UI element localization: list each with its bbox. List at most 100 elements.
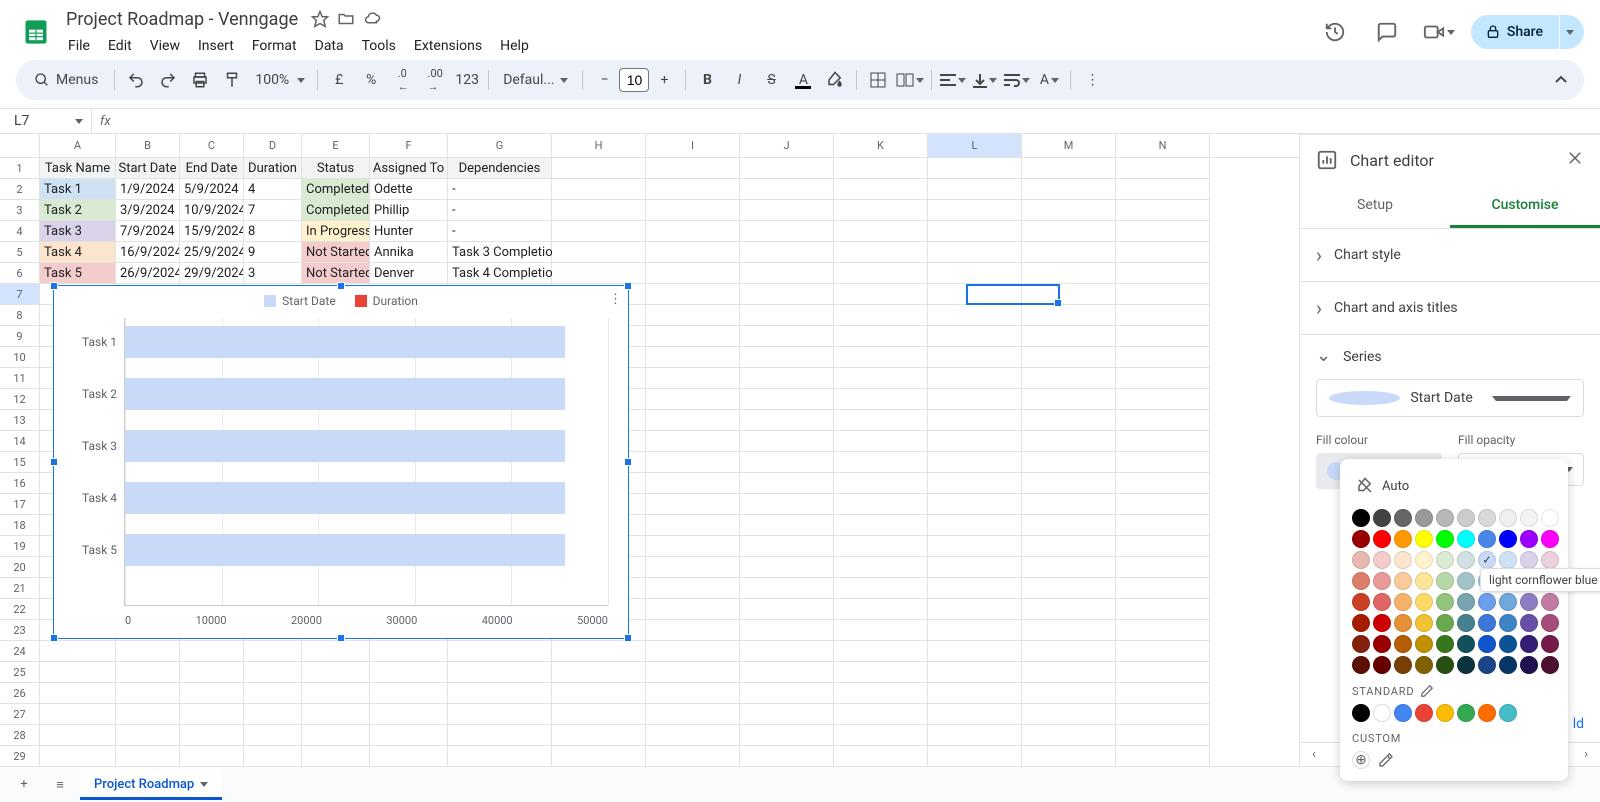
cell[interactable] [1116,578,1210,599]
cell[interactable] [928,641,1022,662]
cell[interactable] [740,368,834,389]
cell[interactable] [1022,704,1116,725]
cell[interactable] [552,221,646,242]
cell[interactable] [646,746,740,766]
cell[interactable] [834,284,928,305]
cell[interactable] [448,683,552,704]
cell[interactable] [834,683,928,704]
cell[interactable] [646,683,740,704]
cell[interactable] [1116,557,1210,578]
column-header[interactable]: F [370,134,448,157]
cell[interactable] [740,725,834,746]
cell[interactable] [834,221,928,242]
color-swatch[interactable] [1499,551,1517,569]
more-toolbar-button[interactable]: ⋮ [1077,65,1107,95]
cell[interactable] [1116,431,1210,452]
color-swatch[interactable] [1499,656,1517,674]
cell[interactable] [1116,683,1210,704]
cell[interactable] [646,242,740,263]
cell[interactable] [1116,620,1210,641]
cell[interactable] [370,704,448,725]
cell[interactable] [302,746,370,766]
cell[interactable] [928,242,1022,263]
cell[interactable] [370,725,448,746]
cell[interactable] [1116,473,1210,494]
cell[interactable]: Task 1 [40,179,116,200]
color-swatch[interactable] [1457,614,1475,632]
cell[interactable] [928,284,1022,305]
cell[interactable] [646,158,740,179]
menu-insert[interactable]: Insert [190,34,242,58]
cell[interactable] [834,599,928,620]
cloud-status-icon[interactable] [362,9,382,29]
cell[interactable] [244,683,302,704]
cell[interactable] [116,704,180,725]
cell[interactable] [740,641,834,662]
cell[interactable] [928,368,1022,389]
cell[interactable] [40,704,116,725]
cell[interactable] [1022,515,1116,536]
cell[interactable]: - [448,200,552,221]
color-swatch[interactable] [1436,572,1454,590]
color-swatch[interactable] [1394,530,1412,548]
cell[interactable] [928,431,1022,452]
add-sheet-button[interactable]: + [8,769,40,801]
color-swatch[interactable] [1541,614,1559,632]
cell[interactable] [928,473,1022,494]
cell[interactable]: Duration [244,158,302,179]
cell[interactable] [1022,347,1116,368]
cell[interactable] [646,704,740,725]
cell[interactable]: Task Name [40,158,116,179]
cell[interactable] [928,557,1022,578]
cell[interactable] [834,263,928,284]
cell[interactable]: 10/9/2024 [180,200,244,221]
cell[interactable] [740,515,834,536]
row-header[interactable]: 1 [0,158,40,179]
cell[interactable] [40,683,116,704]
cell[interactable] [244,641,302,662]
cell[interactable] [1022,326,1116,347]
cell[interactable]: Not Started [302,242,370,263]
color-swatch[interactable] [1436,635,1454,653]
cell[interactable] [40,725,116,746]
color-swatch[interactable] [1394,551,1412,569]
cell[interactable] [302,641,370,662]
cell[interactable] [1022,578,1116,599]
cell[interactable] [740,494,834,515]
cell[interactable] [552,704,646,725]
cell[interactable] [834,179,928,200]
cell[interactable] [646,599,740,620]
cell[interactable] [834,368,928,389]
color-swatch[interactable] [1478,509,1496,527]
color-swatch[interactable] [1499,593,1517,611]
cell[interactable] [928,200,1022,221]
cell[interactable] [1022,536,1116,557]
vertical-align-button[interactable] [970,65,1000,95]
eyedropper-icon[interactable] [1378,752,1394,768]
cell[interactable]: 16/9/2024 [116,242,180,263]
color-swatch[interactable] [1478,551,1496,569]
cell[interactable] [1022,746,1116,766]
cell[interactable] [834,389,928,410]
color-swatch[interactable] [1457,572,1475,590]
color-swatch[interactable] [1457,530,1475,548]
tab-customise[interactable]: Customise [1450,185,1600,228]
color-swatch[interactable] [1478,593,1496,611]
cell[interactable]: Task 5 [40,263,116,284]
cell[interactable] [740,347,834,368]
cell[interactable] [740,263,834,284]
chart-bar[interactable] [125,326,565,358]
add-custom-color-button[interactable]: ⊕ [1352,751,1370,769]
color-swatch[interactable] [1457,593,1475,611]
cell[interactable] [1022,662,1116,683]
color-swatch[interactable] [1541,530,1559,548]
cell[interactable] [302,725,370,746]
color-swatch[interactable] [1415,704,1433,722]
cell[interactable] [928,683,1022,704]
cell[interactable]: 3/9/2024 [116,200,180,221]
cell[interactable]: 3 [244,263,302,284]
cell[interactable] [180,662,244,683]
color-swatch[interactable] [1457,551,1475,569]
color-swatch[interactable] [1373,635,1391,653]
column-header[interactable]: A [40,134,116,157]
